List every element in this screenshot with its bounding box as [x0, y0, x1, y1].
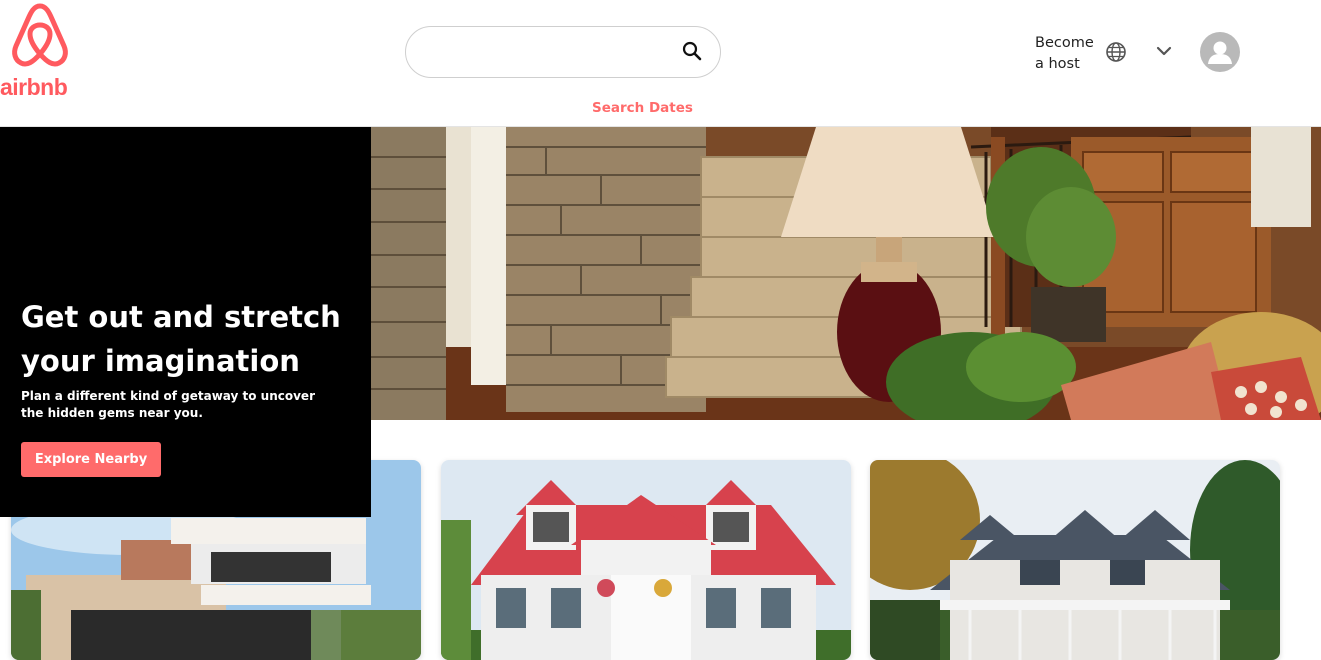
promo-subtitle: Plan a different kind of getaway to unco…	[21, 389, 315, 420]
brand-name: airbnb	[0, 74, 68, 100]
globe-icon[interactable]	[1105, 41, 1127, 63]
victorian-house-image	[870, 460, 1280, 660]
chevron-down-icon[interactable]	[1156, 45, 1172, 57]
white-house-red-roof-image	[441, 460, 851, 660]
hero-image	[371, 127, 1321, 420]
promo-title: Get out and stretch your imagination	[21, 300, 341, 378]
listing-card[interactable]	[441, 460, 851, 660]
top-header: airbnb Search Dates Become a host	[0, 0, 1321, 127]
listing-card[interactable]	[870, 460, 1280, 660]
search-icon[interactable]	[682, 41, 702, 61]
search-input[interactable]	[426, 39, 676, 65]
search-dates-link[interactable]: Search Dates	[592, 100, 693, 116]
airbnb-logo[interactable]: airbnb	[0, 2, 86, 100]
search-bar[interactable]	[405, 26, 721, 78]
user-avatar-icon	[1208, 41, 1232, 64]
user-avatar[interactable]	[1200, 32, 1240, 72]
become-host-link[interactable]: Become a host	[1035, 33, 1105, 75]
explore-nearby-button[interactable]: Explore Nearby	[21, 442, 161, 477]
airbnb-logo-icon	[12, 3, 68, 67]
promo-panel: Get out and stretch your imagination Pla…	[0, 127, 371, 517]
